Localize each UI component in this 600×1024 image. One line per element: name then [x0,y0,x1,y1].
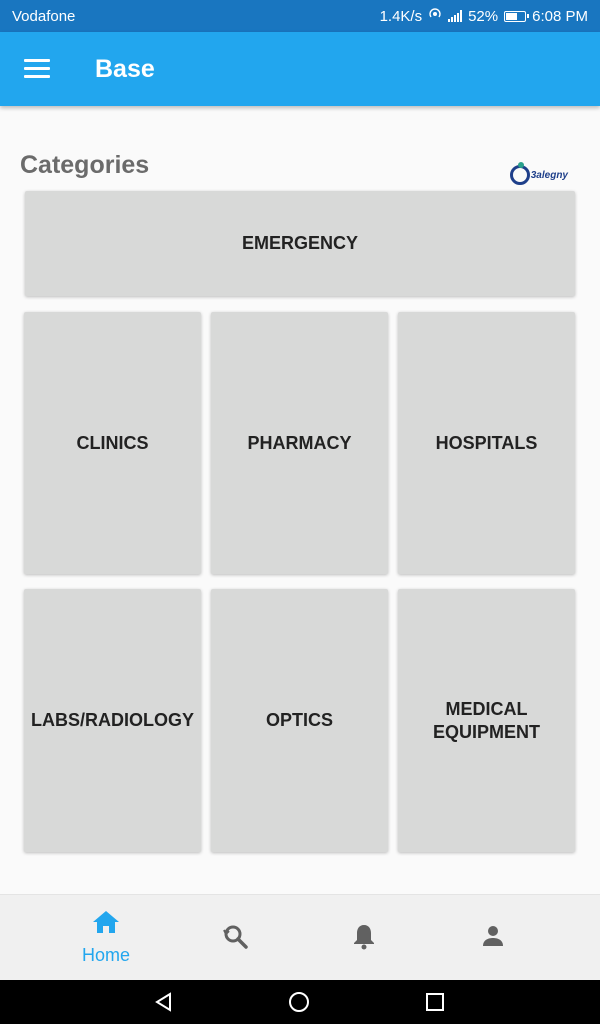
app-bar: Base [0,32,600,106]
brand-logo: 3alegny [509,162,568,185]
category-optics[interactable]: OPTICS [211,589,388,852]
category-hospitals[interactable]: HOSPITALS [398,312,575,574]
battery-icon [504,10,530,22]
hotspot-icon [428,7,442,25]
status-indicators: 1.4K/s 52% 6:08 PM [380,7,588,25]
category-label: HOSPITALS [435,432,538,453]
nav-profile[interactable] [433,895,553,981]
category-label: PHARMACY [247,432,352,453]
status-bar: Vodafone 1.4K/s 52% 6:08 PM [0,0,600,32]
category-label: EMERGENCY [241,233,358,253]
logo-text: 3alegny [530,169,568,181]
category-label: MEDICAL EQUIPMENT [432,698,540,742]
nav-notifications[interactable] [304,895,424,981]
logo-icon [509,162,530,185]
category-label: LABS/RADIOLOGY [30,710,194,730]
category-label: OPTICS [265,710,333,730]
category-labs-radiology[interactable]: LABS/RADIOLOGY [24,589,201,852]
battery-percent: 52% [468,7,499,25]
nav-search[interactable] [175,895,295,981]
section-title: Categories [20,150,150,179]
category-label: CLINICS [76,432,149,453]
category-medical-equipment[interactable]: MEDICAL EQUIPMENT [398,589,575,852]
person-icon [481,924,505,953]
network-speed: 1.4K/s [379,7,423,25]
search-refresh-icon [221,922,249,955]
carrier-name: Vodafone [12,7,76,25]
nav-home[interactable]: Home [46,895,166,981]
signal-icon [448,10,463,22]
category-emergency[interactable]: EMERGENCY [25,191,575,296]
category-clinics[interactable]: CLINICS [24,312,201,574]
home-circle-icon[interactable] [269,980,329,1024]
clock: 6:08 PM [532,7,588,25]
categories-header: Categories 3alegny [20,145,580,185]
bell-icon [352,922,376,955]
page-title: Base [95,54,155,83]
system-navigation-bar [0,980,600,1024]
back-icon[interactable] [134,980,194,1024]
bottom-navigation: Home [0,894,600,981]
home-icon [92,910,120,939]
recents-icon[interactable] [405,980,465,1024]
category-pharmacy[interactable]: PHARMACY [211,312,388,574]
nav-home-label: Home [81,945,130,965]
hamburger-menu-icon[interactable] [24,59,52,79]
